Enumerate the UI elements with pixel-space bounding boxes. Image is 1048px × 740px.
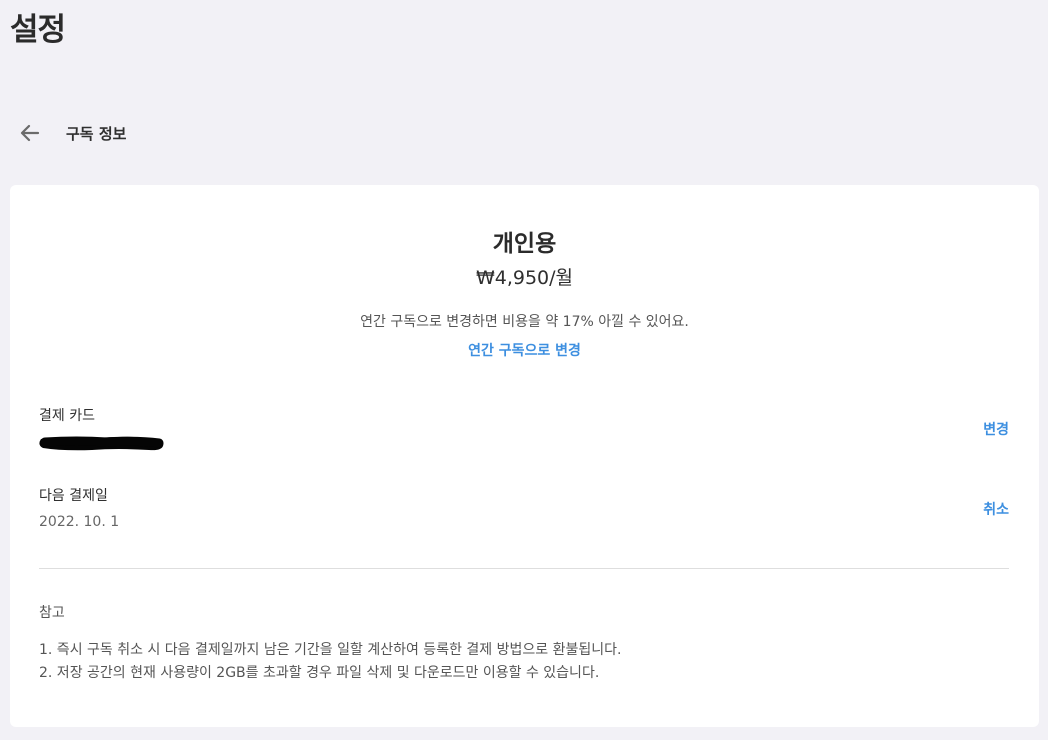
plan-price: ₩4,950/월 bbox=[475, 267, 574, 289]
subheader: 구독 정보 bbox=[16, 118, 126, 148]
notes-list: 1. 즉시 구독 취소 시 다음 결제일까지 남은 기간을 일할 계산하여 등록… bbox=[39, 639, 621, 685]
next-payment-label: 다음 결제일 bbox=[39, 488, 108, 504]
page-title: 설정 bbox=[10, 12, 66, 48]
arrow-left-icon bbox=[20, 124, 40, 142]
payment-card-label: 결제 카드 bbox=[39, 408, 95, 424]
back-button[interactable] bbox=[16, 119, 44, 147]
change-card-button[interactable]: 변경 bbox=[983, 419, 1009, 439]
next-payment-date: 2022. 10. 1 bbox=[39, 514, 120, 530]
divider bbox=[39, 568, 1009, 569]
notes-title: 참고 bbox=[39, 605, 65, 621]
section-title: 구독 정보 bbox=[66, 124, 127, 143]
subscription-card: 개인용 ₩4,950/월 연간 구독으로 변경하면 비용을 약 17% 아낄 수… bbox=[10, 185, 1039, 727]
cancel-subscription-button[interactable]: 취소 bbox=[983, 499, 1009, 519]
switch-to-annual-link[interactable]: 연간 구독으로 변경 bbox=[10, 340, 1039, 360]
annual-savings-note: 연간 구독으로 변경하면 비용을 약 17% 아낄 수 있어요. bbox=[360, 314, 689, 330]
plan-name: 개인용 bbox=[492, 231, 557, 257]
redacted-card-number bbox=[39, 436, 164, 451]
note-item: 1. 즉시 구독 취소 시 다음 결제일까지 남은 기간을 일할 계산하여 등록… bbox=[39, 642, 622, 658]
note-item: 2. 저장 공간의 현재 사용량이 2GB를 초과할 경우 파일 삭제 및 다운… bbox=[39, 665, 600, 681]
